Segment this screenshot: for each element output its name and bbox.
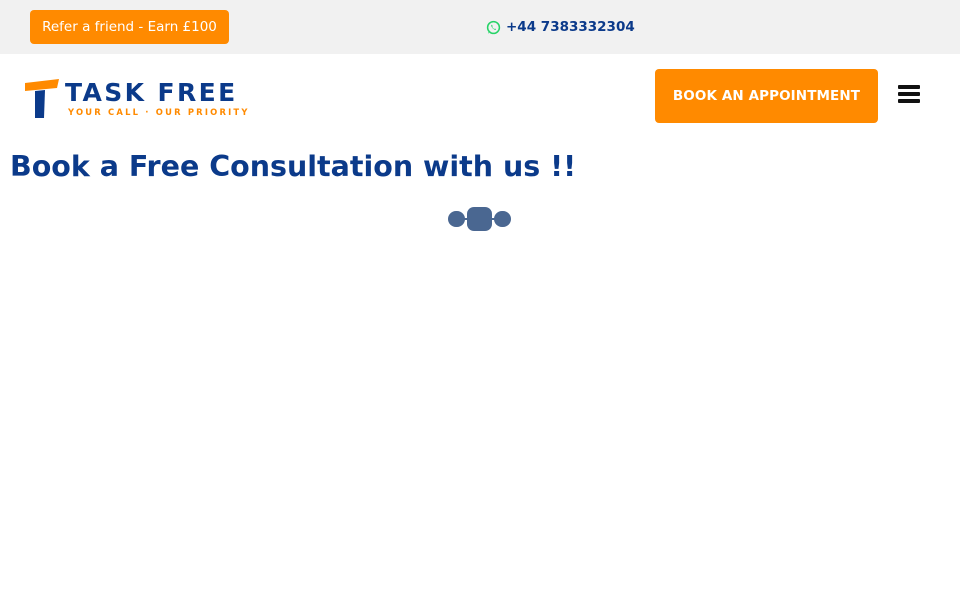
site-header: TASK FREE YOUR CALL · OUR PRIORITY BOOK … bbox=[0, 54, 960, 140]
book-appointment-button[interactable]: BOOK AN APPOINTMENT bbox=[655, 69, 878, 123]
phone-number: +44 7383332304 bbox=[506, 19, 635, 35]
top-bar: Refer a friend - Earn £100 +44 738333230… bbox=[0, 0, 960, 54]
refer-friend-label: Refer a friend - Earn £100 bbox=[42, 19, 217, 35]
book-appointment-label: BOOK AN APPOINTMENT bbox=[672, 88, 861, 104]
loading-spinner-icon bbox=[447, 206, 513, 232]
menu-bar bbox=[898, 85, 920, 89]
page-title: Book a Free Consultation with us !! bbox=[10, 150, 577, 183]
whatsapp-icon bbox=[486, 20, 501, 34]
phone-link[interactable]: +44 7383332304 bbox=[486, 17, 635, 37]
task-free-logo[interactable]: TASK FREE YOUR CALL · OUR PRIORITY bbox=[24, 78, 249, 120]
loader-dot bbox=[467, 207, 492, 231]
logo-t-mark-icon bbox=[25, 79, 59, 118]
logo-tagline: YOUR CALL · OUR PRIORITY bbox=[68, 107, 250, 117]
menu-bar bbox=[898, 92, 920, 96]
menu-bar bbox=[898, 99, 920, 103]
loader-dot bbox=[494, 211, 511, 227]
logo-title: TASK FREE bbox=[65, 78, 238, 107]
hamburger-menu-icon[interactable] bbox=[897, 82, 921, 104]
loader-dot bbox=[448, 211, 465, 227]
refer-friend-button[interactable]: Refer a friend - Earn £100 bbox=[30, 10, 229, 44]
